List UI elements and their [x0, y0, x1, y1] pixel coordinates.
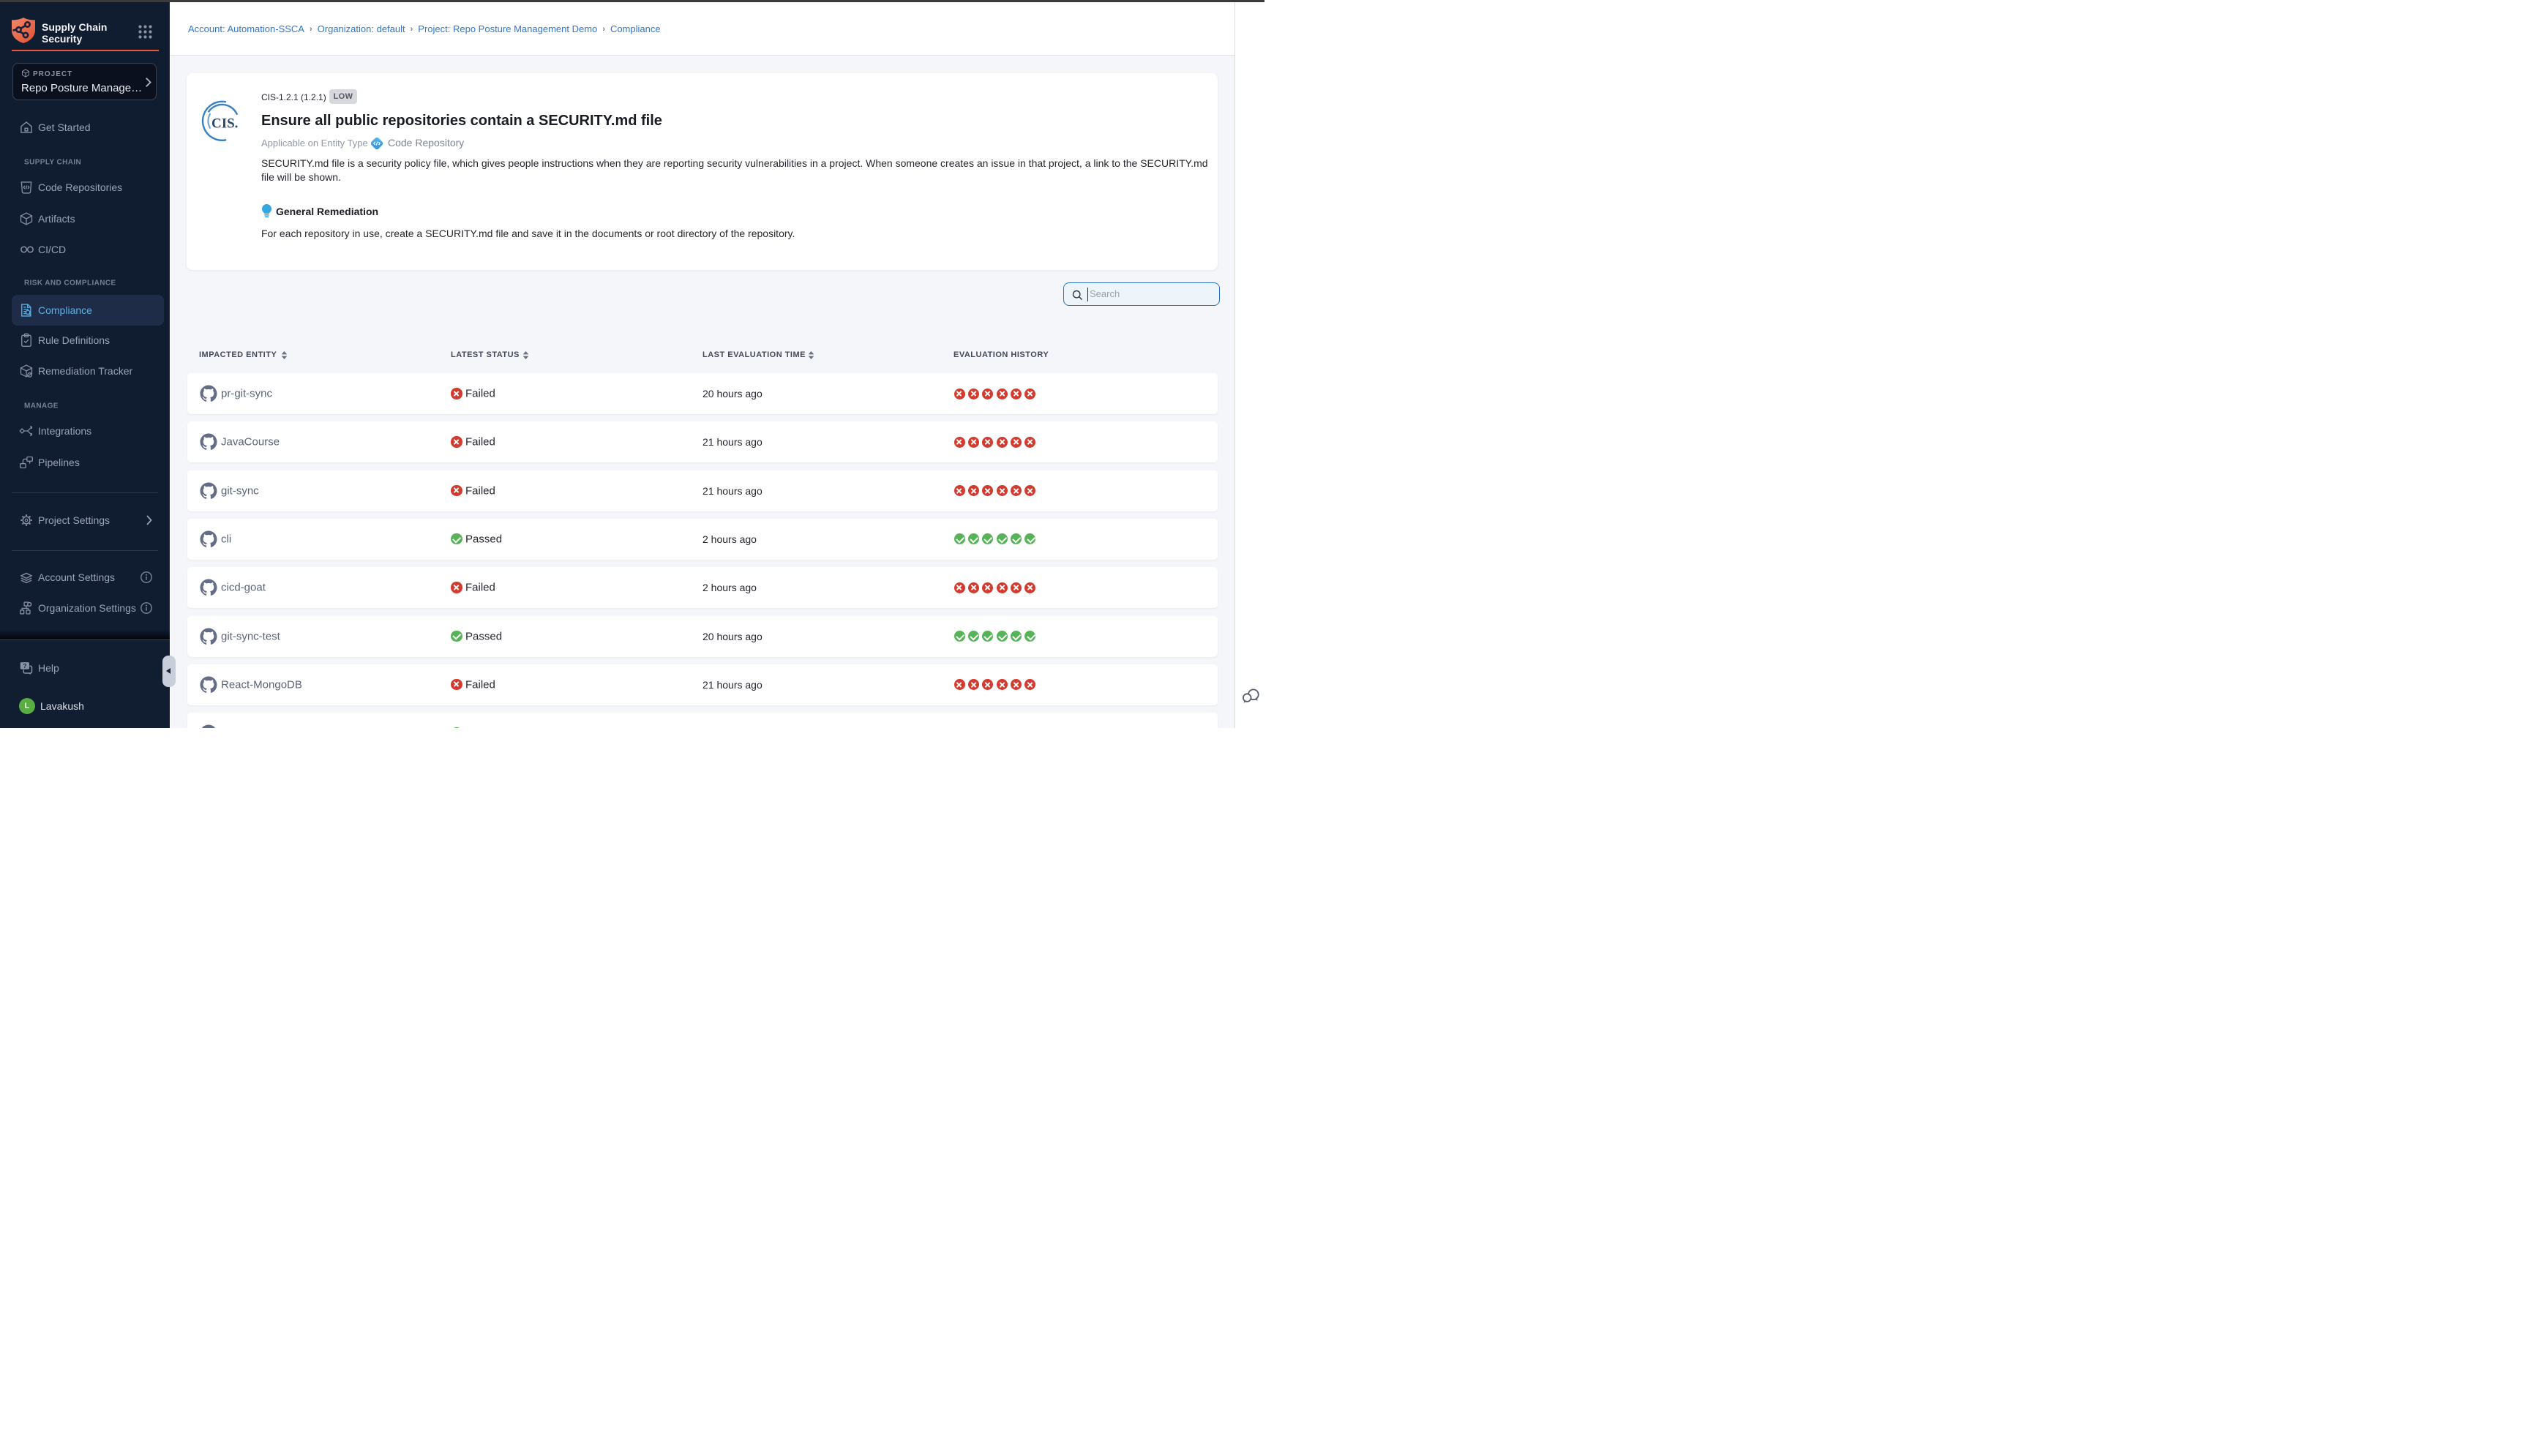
- svg-text:?: ?: [23, 663, 26, 669]
- svg-text:CIS.: CIS.: [211, 116, 238, 132]
